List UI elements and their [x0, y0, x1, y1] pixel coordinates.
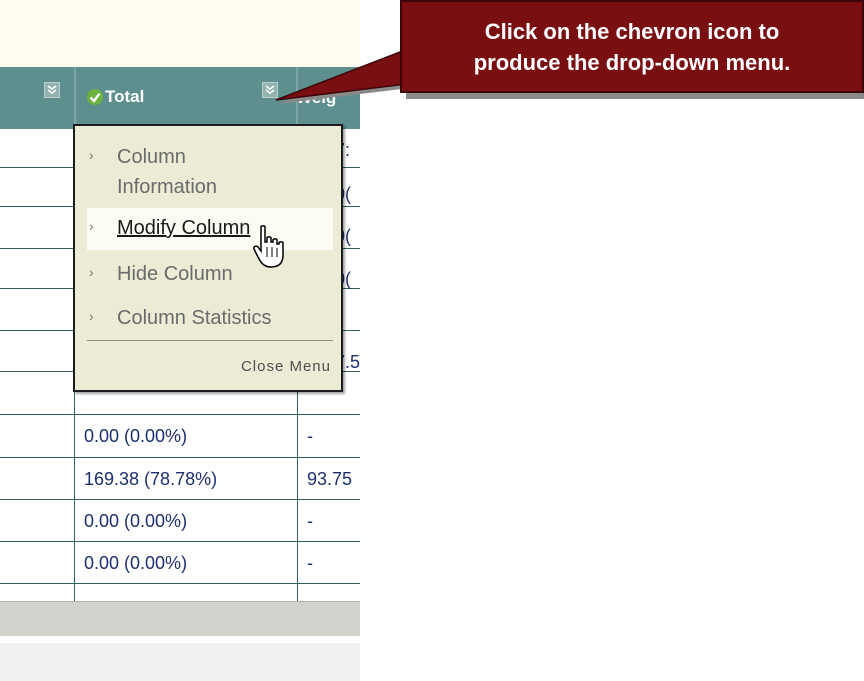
instruction-callout: Click on the chevron icon to produce the…	[400, 0, 864, 93]
callout-pointer	[275, 50, 410, 104]
checkmark-icon	[87, 89, 103, 105]
chevron-down-icon[interactable]	[44, 82, 60, 98]
hand-cursor-icon	[253, 225, 284, 268]
grid-line	[0, 499, 360, 500]
table-cell-total[interactable]: 0.00 (0.00%)	[84, 426, 187, 447]
table-cell-weighted[interactable]: -	[307, 511, 360, 532]
menu-item-label: Column Information	[117, 146, 218, 198]
callout-text: Click on the chevron icon to produce the…	[402, 16, 862, 78]
menu-item-column-statistics[interactable]: › Column Statistics	[89, 302, 272, 334]
grid-line	[0, 457, 360, 458]
menu-item-label: Column Statistics	[117, 307, 272, 329]
menu-item-label: Modify Column	[117, 217, 251, 239]
chevron-right-icon: ›	[89, 264, 94, 280]
grid-line	[0, 414, 360, 415]
grid-line	[0, 541, 360, 542]
menu-item-column-information[interactable]: › Column Information	[89, 142, 217, 202]
grid-line	[0, 583, 360, 584]
footer-area	[0, 643, 360, 681]
horizontal-scrollbar[interactable]	[0, 601, 360, 636]
table-cell-total[interactable]: 0.00 (0.00%)	[84, 511, 187, 532]
column-title-total[interactable]: Total	[105, 87, 144, 107]
column-context-menu: › Column Information › Modify Column › H…	[73, 124, 343, 392]
menu-divider	[87, 340, 333, 341]
chevron-right-icon: ›	[89, 147, 94, 163]
chevron-right-icon: ›	[89, 218, 94, 234]
menu-item-hide-column[interactable]: › Hide Column	[89, 258, 233, 290]
table-cell-weighted[interactable]: -	[307, 426, 360, 447]
callout-line-2: produce the drop-down menu.	[473, 50, 791, 75]
callout-line-1: Click on the chevron icon to	[484, 19, 780, 44]
table-cell-weighted[interactable]: 93.75	[307, 469, 360, 490]
table-cell-total[interactable]: 169.38 (78.78%)	[84, 469, 217, 490]
header-separator	[74, 67, 76, 129]
table-cell-weighted[interactable]: -	[307, 553, 360, 574]
menu-item-label: Hide Column	[117, 263, 233, 285]
chevron-right-icon: ›	[89, 308, 94, 324]
menu-item-modify-column[interactable]: › Modify Column	[89, 212, 250, 244]
table-cell-total[interactable]: 0.00 (0.00%)	[84, 553, 187, 574]
close-menu-link[interactable]: Close Menu	[241, 358, 331, 375]
